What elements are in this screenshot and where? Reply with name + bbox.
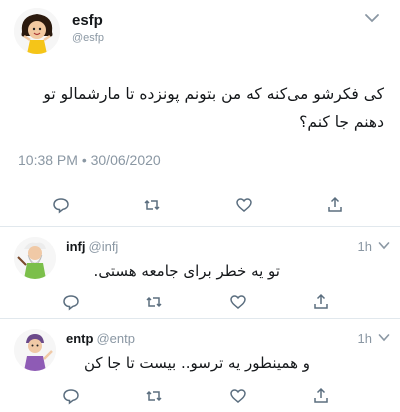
cartoon-avatar-icon <box>14 8 60 54</box>
reply-header: infj @infj <box>66 239 118 254</box>
reply-header: entp @entp <box>66 331 135 346</box>
display-name[interactable]: infj <box>66 239 86 254</box>
like-icon[interactable] <box>229 293 247 311</box>
like-icon[interactable] <box>235 196 253 214</box>
tweet-text: کی فکرشو می‌کنه که من بتونم پونزده تا ما… <box>43 85 384 131</box>
tweet-text: و همینطور یه ترسو.. بیست تا جا کن <box>83 354 310 372</box>
display-name[interactable]: esfp <box>72 12 103 29</box>
username[interactable]: @entp <box>96 331 135 346</box>
like-icon[interactable] <box>229 387 247 405</box>
main-tweet[interactable]: esfp @esfp کی فکرشو می‌کنه که من بتونم پ… <box>0 0 400 227</box>
tweet-actions <box>62 387 330 405</box>
share-icon[interactable] <box>312 293 330 311</box>
tweet-text: تو یه خطر برای جامعه هستی. <box>93 262 280 280</box>
retweet-icon[interactable] <box>145 293 163 311</box>
reply-icon[interactable] <box>62 387 80 405</box>
chevron-down-icon[interactable] <box>378 241 390 250</box>
relative-time[interactable]: 1h <box>358 239 372 254</box>
cartoon-avatar-icon <box>14 329 56 371</box>
avatar[interactable] <box>14 329 56 371</box>
tweet-thread: esfp @esfp کی فکرشو می‌کنه که من بتونم پ… <box>0 0 400 412</box>
reply-icon[interactable] <box>62 293 80 311</box>
retweet-icon[interactable] <box>145 387 163 405</box>
username[interactable]: @esfp <box>72 32 104 44</box>
username[interactable]: @infj <box>89 239 119 254</box>
chevron-down-icon[interactable] <box>378 333 390 342</box>
avatar[interactable] <box>14 237 56 279</box>
share-icon[interactable] <box>312 387 330 405</box>
cartoon-avatar-icon <box>14 237 56 279</box>
relative-time[interactable]: 1h <box>358 331 372 346</box>
share-icon[interactable] <box>326 196 344 214</box>
reply-icon[interactable] <box>52 196 70 214</box>
tweet-actions <box>62 293 330 311</box>
retweet-icon[interactable] <box>143 196 161 214</box>
display-name[interactable]: entp <box>66 331 93 346</box>
tweet-actions <box>52 196 344 214</box>
reply-tweet[interactable]: entp @entp 1h و همینطور یه ترسو.. بیست تا… <box>0 319 400 412</box>
avatar[interactable] <box>14 8 60 54</box>
tweet-timestamp[interactable]: 10:38 PM • 30/06/2020 <box>18 152 161 168</box>
chevron-down-icon[interactable] <box>364 12 380 24</box>
reply-tweet[interactable]: infj @infj 1h تو یه خطر برای جامعه هستی. <box>0 227 400 319</box>
